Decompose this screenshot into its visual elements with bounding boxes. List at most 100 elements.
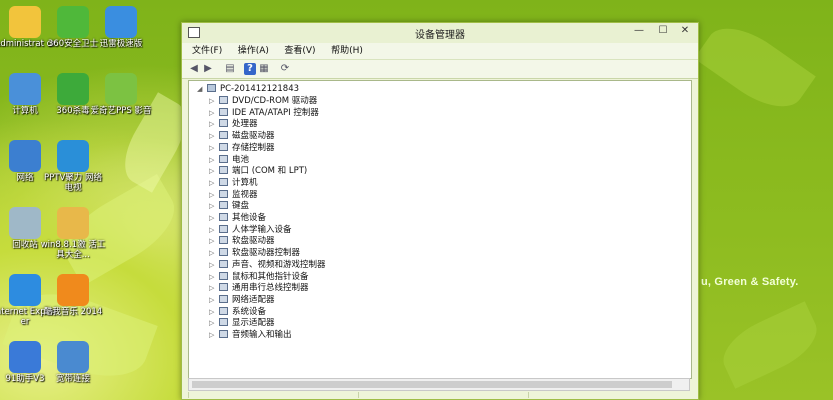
menu-view[interactable]: 查看(V) <box>284 43 315 59</box>
device-manager-window[interactable]: 设备管理器 — ☐ ✕ 文件(F) 操作(A) 查看(V) 帮助(H) ◀ ▶ … <box>181 22 699 400</box>
device-category[interactable]: ▷ IDE ATA/ATAPI 控制器 <box>209 107 319 119</box>
expand-arrow-icon[interactable]: ▷ <box>209 190 217 201</box>
device-category-label: 端口 (COM 和 LPT) <box>232 166 308 177</box>
collapse-arrow-icon[interactable]: ◢ <box>197 84 205 95</box>
device-category[interactable]: ▷ 人体学输入设备 <box>209 224 292 236</box>
360-antivirus-icon <box>57 73 89 105</box>
device-category[interactable]: ▷ 其他设备 <box>209 213 266 224</box>
properties-icon[interactable]: ▦ <box>258 63 270 75</box>
menu-help[interactable]: 帮助(H) <box>331 43 363 59</box>
expand-arrow-icon[interactable]: ▷ <box>209 248 217 259</box>
device-category-label: 鼠标和其他指针设备 <box>232 271 309 282</box>
desktop-icon-label: 酷我音乐 2014 <box>43 307 103 317</box>
device-category-icon <box>219 96 228 104</box>
broadband-icon <box>57 341 89 373</box>
device-category-icon <box>219 294 228 303</box>
desktop-icon[interactable]: 酷我音乐 2014 <box>40 274 106 317</box>
expand-arrow-icon[interactable]: ▷ <box>209 155 217 166</box>
device-category[interactable]: ▷ 存储控制器 <box>209 142 275 154</box>
device-category[interactable]: ▷ 端口 (COM 和 LPT) <box>209 166 307 177</box>
expand-arrow-icon[interactable]: ▷ <box>209 143 217 154</box>
desktop-icon[interactable]: win8.8.1激 活工具大全... <box>40 207 106 260</box>
device-category-icon <box>219 189 228 198</box>
device-category[interactable]: ▷ DVD/CD-ROM 驱动器 <box>209 96 317 107</box>
device-category[interactable]: ▷ 键盘 <box>209 201 249 212</box>
desktop-icon-label: 宽带连接 <box>55 374 90 384</box>
desktop-icon-label: 迅雷极速版 <box>99 39 143 49</box>
tree-root-label: PC-201412121843 <box>220 84 300 94</box>
close-button[interactable]: ✕ <box>674 23 696 39</box>
desktop-icon[interactable]: 宽带连接 <box>40 341 106 384</box>
expand-arrow-icon[interactable]: ▷ <box>209 166 217 177</box>
desktop-icon-label: 爱奇艺PPS 影音 <box>90 106 152 116</box>
expand-arrow-icon[interactable]: ▷ <box>209 307 217 318</box>
device-category-label: 键盘 <box>232 201 250 212</box>
device-category-label: 系统设备 <box>232 306 267 317</box>
device-category-icon <box>219 224 228 233</box>
91-assistant-icon <box>9 341 41 373</box>
device-category[interactable]: ▷ 网络适配器 <box>209 294 275 306</box>
expand-arrow-icon[interactable]: ▷ <box>209 119 217 130</box>
tree-root[interactable]: ◢ PC-201412121843 <box>197 84 299 95</box>
back-icon[interactable]: ◀ <box>188 63 200 75</box>
device-category[interactable]: ▷ 系统设备 <box>209 306 267 318</box>
expand-arrow-icon[interactable]: ▷ <box>209 330 217 341</box>
console-tree-icon[interactable]: ▤ <box>224 63 236 75</box>
expand-arrow-icon[interactable]: ▷ <box>209 236 217 247</box>
expand-arrow-icon[interactable]: ▷ <box>209 283 217 294</box>
expand-arrow-icon[interactable]: ▷ <box>209 225 217 236</box>
device-category[interactable]: ▷ 显示适配器 <box>209 318 275 329</box>
device-category[interactable]: ▷ 通用串行总线控制器 <box>209 283 309 294</box>
device-category-label: DVD/CD-ROM 驱动器 <box>232 96 318 106</box>
menu-file[interactable]: 文件(F) <box>192 43 222 59</box>
expand-arrow-icon[interactable]: ▷ <box>209 272 217 283</box>
expand-arrow-icon[interactable]: ▷ <box>209 318 217 329</box>
device-category-icon <box>219 318 228 327</box>
device-category-label: 音频输入和输出 <box>232 330 292 340</box>
expand-arrow-icon[interactable]: ▷ <box>209 213 217 224</box>
device-category-label: 计算机 <box>232 177 258 188</box>
expand-arrow-icon[interactable]: ▷ <box>209 108 217 119</box>
minimize-button[interactable]: — <box>628 23 650 39</box>
device-category[interactable]: ▷ 监视器 <box>209 189 258 201</box>
wallpaper-leaf <box>714 301 826 389</box>
desktop-icon[interactable]: 爱奇艺PPS 影音 <box>88 73 154 116</box>
help-icon[interactable]: ? <box>244 63 256 75</box>
expand-arrow-icon[interactable]: ▷ <box>209 178 217 189</box>
device-category[interactable]: ▷ 电池 <box>209 154 249 166</box>
horizontal-scrollbar[interactable] <box>188 378 690 391</box>
device-category-icon <box>219 177 228 186</box>
scrollbar-thumb[interactable] <box>192 381 672 388</box>
device-category-label: 其他设备 <box>232 213 267 223</box>
device-category-icon <box>219 142 228 151</box>
desktop-icon[interactable]: PPTV聚力 网络电视 <box>40 140 106 193</box>
scan-hardware-icon[interactable]: ⟳ <box>279 63 291 75</box>
device-category-icon <box>219 119 228 128</box>
device-category-icon <box>219 236 228 245</box>
device-category[interactable]: ▷ 软盘驱动器 <box>209 236 275 247</box>
expand-arrow-icon[interactable]: ▷ <box>209 201 217 212</box>
device-category-label: 人体学输入设备 <box>232 224 292 235</box>
device-category[interactable]: ▷ 计算机 <box>209 177 258 189</box>
desktop-icon-label: PPTV聚力 网络电视 <box>44 173 102 193</box>
device-category[interactable]: ▷ 声音、视频和游戏控制器 <box>209 259 326 271</box>
device-category[interactable]: ▷ 磁盘驱动器 <box>209 131 275 142</box>
menu-action[interactable]: 操作(A) <box>238 43 269 59</box>
device-category[interactable]: ▷ 处理器 <box>209 119 258 130</box>
device-category-icon <box>219 283 228 292</box>
expand-arrow-icon[interactable]: ▷ <box>209 96 217 107</box>
expand-arrow-icon[interactable]: ▷ <box>209 131 217 142</box>
expand-arrow-icon[interactable]: ▷ <box>209 295 217 306</box>
desktop-icon[interactable]: 迅雷极速版 <box>88 6 154 49</box>
maximize-button[interactable]: ☐ <box>652 23 674 39</box>
title-bar[interactable]: 设备管理器 — ☐ ✕ <box>182 23 698 43</box>
forward-icon[interactable]: ▶ <box>202 63 214 75</box>
folder-icon <box>57 207 89 239</box>
device-category[interactable]: ▷ 软盘驱动器控制器 <box>209 248 300 259</box>
device-category[interactable]: ▷ 音频输入和输出 <box>209 330 292 341</box>
device-category[interactable]: ▷ 鼠标和其他指针设备 <box>209 271 309 283</box>
status-bar <box>188 392 690 398</box>
device-tree[interactable]: ◢ PC-201412121843 ▷ DVD/CD-ROM 驱动器 ▷ IDE ATA… <box>188 80 692 379</box>
expand-arrow-icon[interactable]: ▷ <box>209 260 217 271</box>
device-category-icon <box>219 306 228 315</box>
